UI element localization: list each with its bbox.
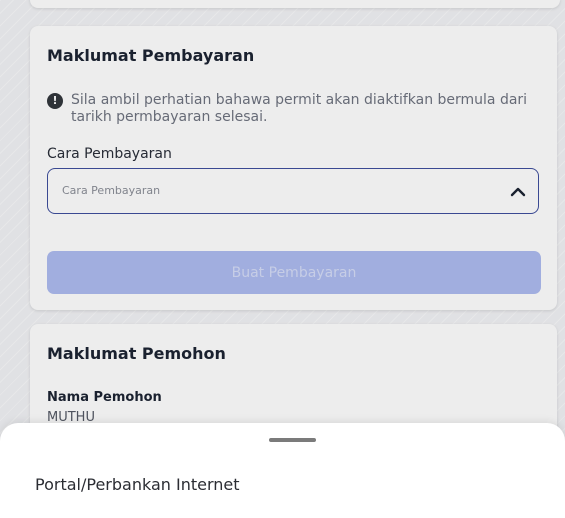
sheet-drag-handle[interactable]	[269, 438, 316, 442]
option-internet-banking[interactable]: Portal/Perbankan Internet	[0, 467, 565, 503]
payment-method-bottom-sheet: Portal/Perbankan Internet	[0, 423, 565, 518]
